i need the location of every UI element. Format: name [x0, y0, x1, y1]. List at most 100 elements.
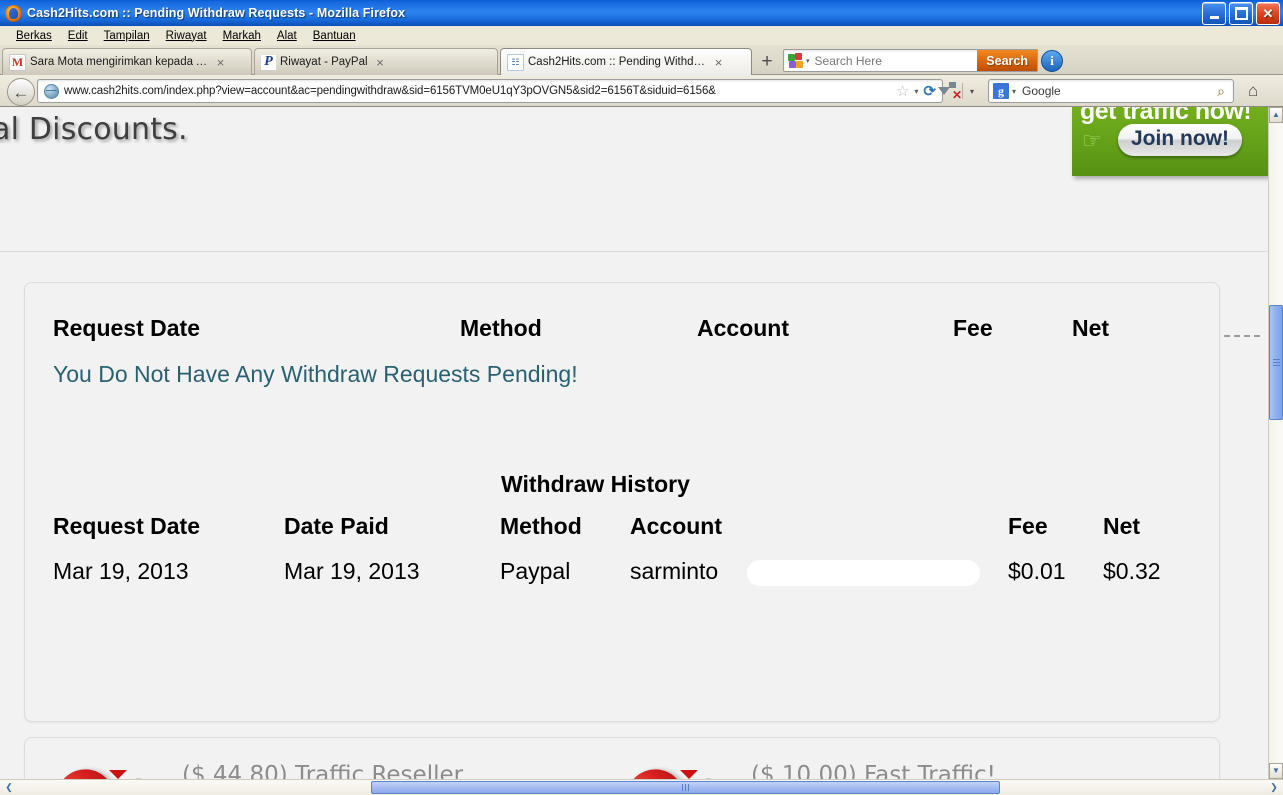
- menu-item-alat[interactable]: Alat: [269, 29, 305, 43]
- history-cell-date-paid: Mar 19, 2013: [284, 558, 420, 584]
- history-cell-method: Paypal: [500, 558, 571, 584]
- bookmark-star-icon[interactable]: ☆: [896, 84, 909, 99]
- history-header-method: Method: [500, 513, 582, 539]
- download-arrow-icon: [938, 87, 950, 95]
- pointing-hand-icon: ☞: [1082, 128, 1102, 153]
- history-header-fee: Fee: [1008, 513, 1048, 539]
- new-tab-button[interactable]: +: [754, 50, 780, 73]
- pending-header-fee: Fee: [953, 315, 993, 341]
- navigation-bar: ← www.cash2hits.com/index.php?view=accou…: [0, 75, 1283, 107]
- chevron-down-icon[interactable]: ▾: [970, 87, 974, 96]
- history-cell-net: $0.32: [1103, 558, 1161, 584]
- tab-close-icon[interactable]: ×: [374, 56, 387, 69]
- history-header-account: Account: [630, 513, 722, 539]
- back-button[interactable]: ←: [7, 78, 35, 106]
- url-text[interactable]: www.cash2hits.com/index.php?view=account…: [64, 85, 896, 97]
- tab-label: Riwayat - PayPal: [280, 56, 368, 68]
- menu-item-riwayat[interactable]: Riwayat: [158, 29, 215, 43]
- join-now-button[interactable]: Join now!: [1118, 124, 1242, 156]
- toolbar-search-box[interactable]: ▾ Search Here Search: [783, 49, 1038, 72]
- close-button[interactable]: ✕: [1256, 2, 1280, 25]
- google-search-input[interactable]: Google: [1022, 84, 1217, 98]
- scrollbar-grip-icon: [682, 784, 689, 791]
- menu-item-berkas[interactable]: Berkas: [8, 29, 60, 43]
- toolbar-search-button[interactable]: Search: [977, 50, 1037, 71]
- tab-paypal[interactable]: P Riwayat - PayPal ×: [254, 48, 498, 75]
- chevron-down-icon[interactable]: ▾: [806, 57, 810, 65]
- withdraw-panel: Request Date Method Account Fee Net You …: [24, 282, 1220, 722]
- promotions-panel: SALE ($ 44.80) Traffic Reseller 200000 L…: [24, 737, 1220, 779]
- pending-header-method: Method: [460, 315, 542, 341]
- pending-header-net: Net: [1072, 315, 1110, 341]
- promo-title: ($ 10.00) Fast Traffic!: [751, 762, 996, 779]
- google-icon: g: [993, 83, 1009, 99]
- chevron-down-icon[interactable]: ▾: [1012, 87, 1016, 96]
- marker-icon: [109, 770, 127, 779]
- firefox-icon: [5, 4, 22, 22]
- sale-tag-icon: SALE: [614, 757, 727, 779]
- colorful-search-icon: [788, 52, 804, 69]
- home-button[interactable]: ⌂: [1248, 82, 1258, 99]
- pending-header-request-date: Request Date: [53, 315, 200, 341]
- join-now-ad-banner[interactable]: get traffic now! ☞ Join now!: [1072, 107, 1268, 176]
- history-cell-request-date: Mar 19, 2013: [53, 558, 189, 584]
- toolbar-separator: [962, 83, 963, 99]
- menu-bar: Berkas Edit Tampilan Riwayat Markah Alat…: [0, 26, 1283, 45]
- download-error-icon: ✕: [952, 88, 963, 102]
- vertical-scrollbar-thumb[interactable]: [1269, 305, 1283, 420]
- section-divider: [0, 251, 1268, 252]
- tab-cash2hits[interactable]: ☷ Cash2Hits.com :: Pending Withdraw Req.…: [500, 48, 752, 75]
- gmail-icon: M: [9, 53, 26, 71]
- maximize-icon: [1234, 7, 1248, 20]
- title-bar: Cash2Hits.com :: Pending Withdraw Reques…: [0, 0, 1283, 27]
- maximize-button[interactable]: [1229, 2, 1253, 25]
- pending-header-account: Account: [697, 315, 789, 341]
- history-cell-account: sarminto: [630, 558, 719, 584]
- page-viewport: al Discounts. get traffic now! ☞ Join no…: [0, 107, 1268, 779]
- scroll-left-button[interactable]: ❮: [1, 780, 17, 795]
- scroll-right-button[interactable]: ❯: [1266, 780, 1282, 795]
- menu-item-tampilan[interactable]: Tampilan: [96, 29, 158, 43]
- horizontal-scrollbar[interactable]: ❮ ❯: [0, 779, 1283, 795]
- scroll-up-button[interactable]: ▲: [1269, 107, 1283, 123]
- sale-tag-body: [44, 757, 144, 779]
- minimize-icon: [1209, 15, 1219, 19]
- tab-label: Cash2Hits.com :: Pending Withdraw Req...: [528, 56, 706, 68]
- tab-label: Sara Mota mengirimkan kepada Anda $0, ..…: [30, 56, 208, 68]
- tab-gmail[interactable]: M Sara Mota mengirimkan kepada Anda $0, …: [2, 48, 252, 75]
- horizontal-scrollbar-thumb[interactable]: [371, 781, 1000, 794]
- window-title: Cash2Hits.com :: Pending Withdraw Reques…: [27, 6, 406, 20]
- toolbar-search-input[interactable]: Search Here: [815, 54, 978, 68]
- pending-empty-message: You Do Not Have Any Withdraw Requests Pe…: [53, 361, 578, 387]
- paypal-icon: P: [261, 54, 276, 70]
- info-icon[interactable]: i: [1041, 50, 1063, 72]
- tab-strip: M Sara Mota mengirimkan kepada Anda $0, …: [0, 45, 1283, 75]
- hero-section: al Discounts. get traffic now! ☞ Join no…: [0, 107, 1268, 337]
- firefox-window: Cash2Hits.com :: Pending Withdraw Reques…: [0, 0, 1283, 795]
- sale-tag-icon: SALE: [44, 757, 157, 779]
- search-icon[interactable]: ⌕: [1217, 83, 1225, 100]
- globe-icon: [44, 83, 59, 99]
- menu-item-bantuan[interactable]: Bantuan: [305, 29, 364, 43]
- tab-close-icon[interactable]: ×: [214, 56, 227, 69]
- menu-item-markah[interactable]: Markah: [215, 29, 269, 43]
- history-header-date-paid: Date Paid: [284, 513, 389, 539]
- history-title: Withdraw History: [501, 471, 690, 497]
- history-header-request-date: Request Date: [53, 513, 200, 539]
- vertical-scrollbar[interactable]: ▲ ▼: [1268, 107, 1283, 779]
- redacted-account-blob: [747, 560, 980, 586]
- menu-item-edit[interactable]: Edit: [60, 29, 96, 43]
- address-bar[interactable]: www.cash2hits.com/index.php?view=account…: [37, 79, 943, 103]
- marker-icon: [680, 770, 698, 779]
- scroll-down-button[interactable]: ▼: [1269, 763, 1283, 779]
- hero-heading: al Discounts.: [0, 112, 188, 147]
- history-cell-fee: $0.01: [1008, 558, 1066, 584]
- chevron-down-icon[interactable]: ▾: [914, 87, 918, 96]
- minimize-button[interactable]: [1202, 2, 1226, 25]
- scrollbar-grip-icon: [1272, 357, 1280, 368]
- google-search-box[interactable]: g ▾ Google ⌕: [988, 79, 1234, 103]
- page-icon: ☷: [507, 53, 524, 71]
- history-header-net: Net: [1103, 513, 1141, 539]
- promo-title: ($ 44.80) Traffic Reseller: [182, 762, 464, 779]
- tab-close-icon[interactable]: ×: [712, 56, 725, 69]
